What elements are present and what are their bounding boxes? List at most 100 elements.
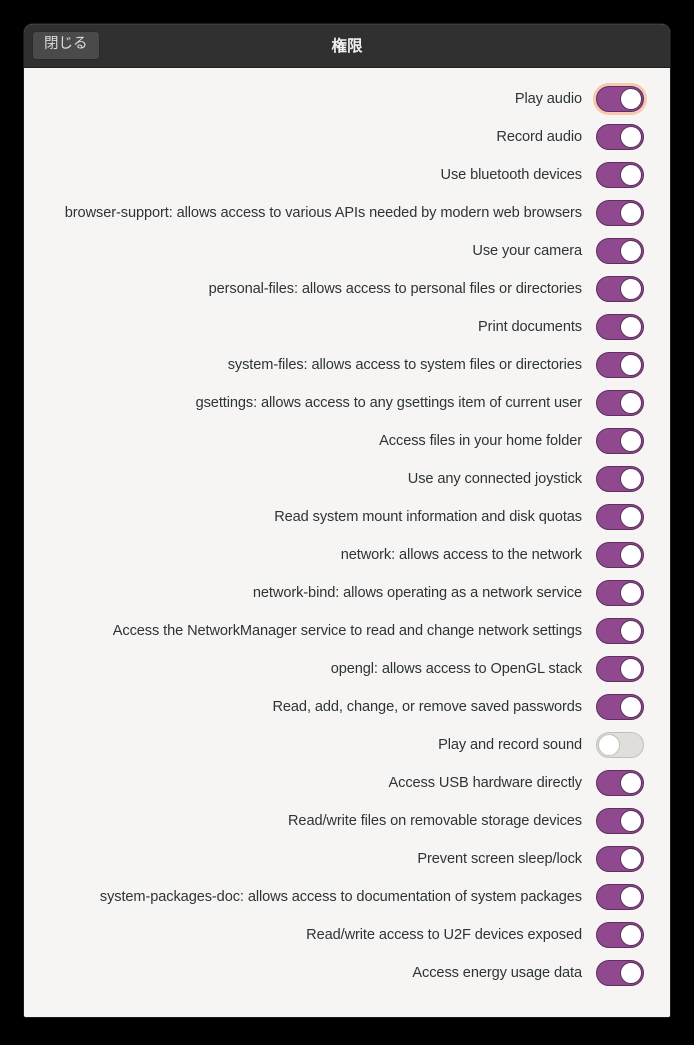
toggle-knob (620, 354, 642, 376)
permission-row: network: allows access to the network (24, 536, 670, 574)
permission-label: Record audio (496, 129, 582, 145)
permission-label: Use any connected joystick (407, 471, 582, 487)
permission-row: Print documents (24, 308, 670, 346)
permission-row: Use any connected joystick (24, 460, 670, 498)
permission-row: browser-support: allows access to variou… (24, 194, 670, 232)
permission-row: gsettings: allows access to any gsetting… (24, 384, 670, 422)
permission-row: Access USB hardware directly (24, 764, 670, 802)
toggle-knob (620, 582, 642, 604)
permission-toggle[interactable] (596, 504, 644, 530)
permission-row: Read/write files on removable storage de… (24, 802, 670, 840)
toggle-knob (620, 772, 642, 794)
window-title: 権限 (331, 37, 363, 55)
toggle-knob (620, 886, 642, 908)
permission-toggle[interactable] (596, 86, 644, 112)
toggle-knob (620, 316, 642, 338)
toggle-knob (598, 734, 620, 756)
toggle-knob (620, 126, 642, 148)
permission-row: Use bluetooth devices (24, 156, 670, 194)
permission-toggle[interactable] (596, 808, 644, 834)
permission-row: Play audio (24, 80, 670, 118)
permission-row: personal-files: allows access to persona… (24, 270, 670, 308)
toggle-knob (620, 810, 642, 832)
permission-label: network: allows access to the network (340, 547, 582, 563)
permission-toggle[interactable] (596, 922, 644, 948)
permission-label: Access USB hardware directly (388, 775, 583, 791)
permission-toggle[interactable] (596, 542, 644, 568)
permission-row: Read/write access to U2F devices exposed (24, 916, 670, 954)
permission-row: Prevent screen sleep/lock (24, 840, 670, 878)
permission-label: Play and record sound (438, 737, 582, 753)
permission-row: Access files in your home folder (24, 422, 670, 460)
permission-toggle[interactable] (596, 428, 644, 454)
permission-label: Print documents (478, 319, 582, 335)
permission-toggle[interactable] (596, 884, 644, 910)
permission-label: Read, add, change, or remove saved passw… (272, 699, 582, 715)
toggle-knob (620, 430, 642, 452)
permission-toggle[interactable] (596, 238, 644, 264)
permission-toggle[interactable] (596, 732, 644, 758)
permission-label: system-packages-doc: allows access to do… (99, 889, 582, 905)
toggle-knob (620, 696, 642, 718)
toggle-knob (620, 924, 642, 946)
toggle-knob (620, 88, 642, 110)
toggle-knob (620, 544, 642, 566)
toggle-knob (620, 506, 642, 528)
toggle-knob (620, 658, 642, 680)
permission-label: Read/write access to U2F devices exposed (306, 927, 582, 943)
permission-toggle[interactable] (596, 352, 644, 378)
permission-label: Use bluetooth devices (440, 167, 583, 183)
toggle-knob (620, 392, 642, 414)
permission-label: system-files: allows access to system fi… (227, 357, 582, 373)
permission-toggle[interactable] (596, 390, 644, 416)
toggle-knob (620, 962, 642, 984)
permission-toggle[interactable] (596, 846, 644, 872)
permission-label: Prevent screen sleep/lock (417, 851, 582, 867)
permission-row: opengl: allows access to OpenGL stack (24, 650, 670, 688)
permission-label: gsettings: allows access to any gsetting… (195, 395, 583, 411)
permission-label: Read system mount information and disk q… (274, 509, 582, 525)
window-header-bar: 閉じる 権限 (24, 24, 670, 68)
permission-toggle[interactable] (596, 618, 644, 644)
toggle-knob (620, 468, 642, 490)
toggle-knob (620, 848, 642, 870)
permission-row: network-bind: allows operating as a netw… (24, 574, 670, 612)
permission-toggle[interactable] (596, 314, 644, 340)
permission-toggle[interactable] (596, 694, 644, 720)
permission-label: personal-files: allows access to persona… (208, 281, 583, 297)
permission-label: opengl: allows access to OpenGL stack (330, 661, 582, 677)
toggle-knob (620, 240, 642, 262)
close-button[interactable]: 閉じる (32, 31, 100, 60)
permission-label: Access files in your home folder (379, 433, 582, 449)
permission-toggle[interactable] (596, 162, 644, 188)
permission-toggle[interactable] (596, 124, 644, 150)
permission-row: Record audio (24, 118, 670, 156)
permission-row: Read, add, change, or remove saved passw… (24, 688, 670, 726)
permission-toggle[interactable] (596, 656, 644, 682)
permission-row: system-packages-doc: allows access to do… (24, 878, 670, 916)
permission-row: Play and record sound (24, 726, 670, 764)
permission-label: network-bind: allows operating as a netw… (252, 585, 582, 601)
permissions-content: Play audio Record audio Use bluetooth devi… (24, 68, 670, 1017)
toggle-knob (620, 620, 642, 642)
permission-label: Use your camera (472, 243, 582, 259)
permission-label: Access the NetworkManager service to rea… (112, 623, 582, 639)
permission-toggle[interactable] (596, 276, 644, 302)
permission-row: Access energy usage data (24, 954, 670, 992)
permission-label: Read/write files on removable storage de… (287, 813, 582, 829)
permission-toggle[interactable] (596, 770, 644, 796)
permission-label: Access energy usage data (412, 965, 582, 981)
toggle-knob (620, 278, 642, 300)
permission-label: browser-support: allows access to variou… (64, 205, 582, 221)
permission-toggle[interactable] (596, 200, 644, 226)
permissions-window: 閉じる 権限 Play audio Record audio Use bluetoo… (24, 24, 670, 1017)
permission-toggle[interactable] (596, 580, 644, 606)
permission-row: Use your camera (24, 232, 670, 270)
permission-row: system-files: allows access to system fi… (24, 346, 670, 384)
toggle-knob (620, 202, 642, 224)
permission-row: Read system mount information and disk q… (24, 498, 670, 536)
permission-row: Access the NetworkManager service to rea… (24, 612, 670, 650)
permission-toggle[interactable] (596, 466, 644, 492)
permission-toggle[interactable] (596, 960, 644, 986)
permission-label: Play audio (514, 91, 582, 107)
